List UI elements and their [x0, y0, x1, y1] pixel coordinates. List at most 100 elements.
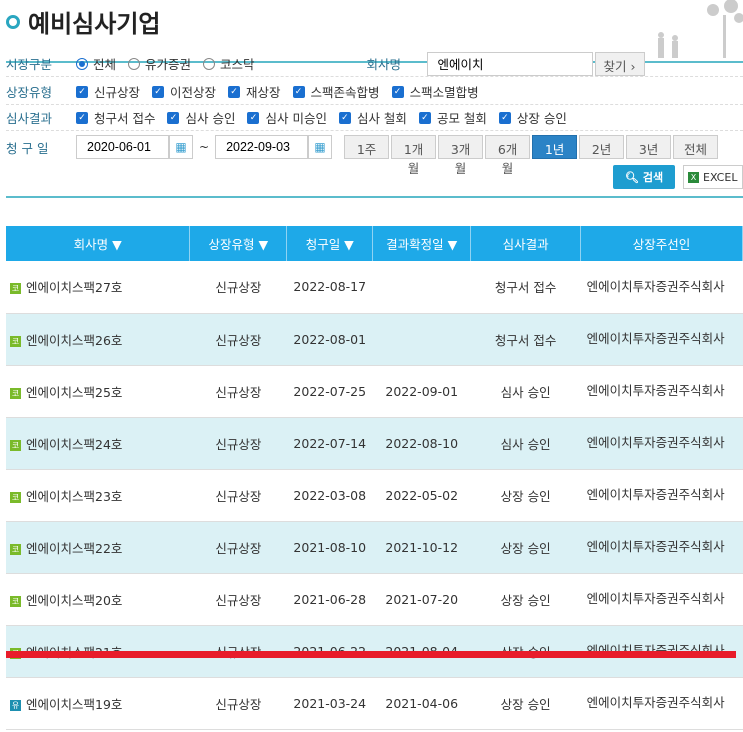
date-to-input[interactable]	[215, 135, 309, 159]
date-separator: ~	[199, 140, 210, 154]
option-label: 청구서 접수	[94, 111, 156, 126]
company-name-cell[interactable]: 코 엔에이치스팩23호	[6, 469, 190, 522]
date-from-input[interactable]	[76, 135, 169, 159]
option-label: 신규상장	[94, 85, 141, 100]
company-name-cell[interactable]: 코 엔에이치스팩27호	[6, 261, 190, 314]
option-label: 공모 철회	[436, 111, 487, 126]
listing-type-checkbox[interactable]: ✓ 스팩소멸합병	[391, 82, 479, 101]
company-name[interactable]: 엔에이치스팩19호	[26, 697, 122, 712]
company-name-cell[interactable]: 유 엔에이치스팩19호	[6, 677, 190, 730]
column-header[interactable]: 심사결과	[470, 226, 582, 261]
company-name[interactable]: 엔에이치스팩27호	[26, 280, 122, 295]
table-row[interactable]: 코 엔에이치스팩24호 신규상장 2022-07-14 2022-08-10 심사 승인 엔…	[6, 417, 743, 470]
company-input[interactable]	[426, 51, 593, 76]
period-button[interactable]: 2년	[579, 135, 625, 159]
option-label: 스팩존속합병	[310, 85, 380, 100]
result-cell: 청구서 접수	[470, 261, 581, 314]
result-cell: 상장 승인	[470, 677, 581, 730]
listing-type-checkbox[interactable]: ✓ 신규상장	[76, 82, 140, 101]
period-button[interactable]: 3개월	[438, 135, 484, 176]
result-row: 심사결과 ✓ 청구서 접수 ✓ 심사 승인 ✓ 심사 미승인 ✓ 심사 철회 ✓ 공모 철회 ✓ 상장…	[6, 105, 743, 131]
lead-manager-cell: 엔에이치투자증권주식회사	[580, 573, 743, 626]
period-button[interactable]: 전체	[673, 135, 719, 159]
request-date-cell: 2021-06-28	[286, 573, 373, 626]
table-row[interactable]: 코 엔에이치스팩22호 신규상장 2021-08-10 2021-10-12 상장 승인 엔…	[6, 521, 743, 574]
period-button[interactable]: 6개월	[485, 135, 531, 176]
checkbox-checked-icon[interactable]: ✓	[152, 85, 165, 98]
confirm-date-cell: 2022-05-02	[372, 469, 471, 522]
result-checkbox[interactable]: ✓ 상장 승인	[498, 108, 567, 127]
option-label: 전체	[93, 57, 117, 72]
listing-type-checkbox[interactable]: ✓ 재상장	[228, 82, 281, 101]
company-name[interactable]: 엔에이치스팩24호	[26, 437, 122, 452]
radio-icon[interactable]	[128, 57, 141, 70]
listing-type-checkbox[interactable]: ✓ 스팩존속합병	[292, 82, 380, 101]
checkbox-checked-icon[interactable]: ✓	[247, 111, 260, 124]
checkbox-checked-icon[interactable]: ✓	[167, 111, 180, 124]
company-name[interactable]: 엔에이치스팩25호	[26, 385, 122, 400]
checkbox-checked-icon[interactable]: ✓	[338, 111, 351, 124]
option-label: 상장 승인	[516, 111, 567, 126]
company-name[interactable]: 엔에이치스팩26호	[26, 333, 122, 348]
period-button[interactable]: 1주	[344, 135, 390, 159]
table-row[interactable]: 코 엔에이치스팩26호 신규상장 2022-08-01 청구서 접수 엔에이치투자증권주식…	[6, 313, 743, 366]
period-button[interactable]: 1개월	[391, 135, 437, 176]
market-badge-icon: 유	[10, 699, 21, 711]
table-row[interactable]: 코 엔에이치스팩20호 신규상장 2021-06-28 2021-07-20 상장 승인 엔…	[6, 573, 743, 626]
company-label: 회사명	[366, 57, 402, 72]
checkbox-checked-icon[interactable]: ✓	[76, 85, 88, 98]
checkbox-checked-icon[interactable]: ✓	[292, 85, 305, 98]
column-header[interactable]: 상장유형 ▼	[189, 226, 288, 261]
checkbox-checked-icon[interactable]: ✓	[391, 85, 404, 98]
divider	[6, 196, 743, 198]
table-row[interactable]: 코 엔에이치스팩23호 신규상장 2022-03-08 2022-05-02 상장 승인 엔…	[6, 469, 743, 522]
period-button[interactable]: 3년	[626, 135, 672, 159]
calendar-icon[interactable]: ▦	[169, 135, 193, 159]
search-button[interactable]: 🔍︎ 검색	[613, 165, 675, 189]
market-badge-icon: 코	[10, 335, 21, 347]
find-button[interactable]: 찾기 ›	[594, 51, 645, 76]
bullet-icon	[6, 14, 20, 29]
checkbox-checked-icon[interactable]: ✓	[228, 85, 241, 98]
listing-type-row: 상장유형 ✓ 신규상장 ✓ 이전상장 ✓ 재상장 ✓ 스팩존속합병 ✓ 스팩소멸합병	[6, 79, 743, 105]
column-header[interactable]: 청구일 ▼	[286, 226, 374, 261]
result-checkbox[interactable]: ✓ 청구서 접수	[76, 108, 155, 127]
period-button[interactable]: 1년	[532, 135, 578, 159]
calendar-icon[interactable]: ▦	[308, 135, 333, 159]
table-row[interactable]: 코 엔에이치스팩27호 신규상장 2022-08-17 청구서 접수 엔에이치투자증권주식…	[6, 261, 743, 314]
checkbox-checked-icon[interactable]: ✓	[76, 111, 88, 124]
company-name[interactable]: 엔에이치스팩20호	[26, 593, 122, 608]
market-radio-all[interactable]: 전체	[76, 54, 116, 73]
company-name-cell[interactable]: 코 엔에이치스팩25호	[6, 365, 190, 418]
listing-type-cell: 신규상장	[189, 573, 287, 626]
result-checkbox[interactable]: ✓ 공모 철회	[418, 108, 487, 127]
table-row[interactable]: 유 엔에이치스팩19호 신규상장 2021-03-24 2021-04-06 상장 승인 엔…	[6, 677, 743, 730]
company-name-cell[interactable]: 코 엔에이치스팩22호	[6, 521, 190, 574]
column-header[interactable]: 회사명 ▼	[6, 226, 191, 261]
result-checkbox[interactable]: ✓ 심사 미승인	[247, 108, 327, 127]
checkbox-checked-icon[interactable]: ✓	[418, 111, 431, 124]
company-name-cell[interactable]: 코 엔에이치스팩20호	[6, 573, 190, 626]
column-header[interactable]: 상장주선인	[580, 226, 743, 261]
company-name-cell[interactable]: 코 엔에이치스팩24호	[6, 417, 190, 470]
search-label: 검색	[642, 171, 664, 184]
result-cell: 상장 승인	[470, 469, 581, 522]
excel-button[interactable]: X EXCEL	[683, 165, 743, 189]
market-radio-kospi[interactable]: 유가증권	[128, 54, 191, 73]
result-checkbox[interactable]: ✓ 심사 철회	[338, 108, 407, 127]
company-name-cell[interactable]: 코 엔에이치스팩26호	[6, 313, 190, 366]
table-row[interactable]: 코 엔에이치스팩25호 신규상장 2022-07-25 2022-09-01 심사 승인 엔…	[6, 365, 743, 418]
market-radio-kosdaq[interactable]: 코스닥	[203, 54, 255, 73]
checkbox-checked-icon[interactable]: ✓	[498, 111, 511, 124]
radio-icon[interactable]	[203, 57, 216, 70]
listing-type-checkbox[interactable]: ✓ 이전상장	[152, 82, 216, 101]
radio-icon[interactable]	[76, 57, 88, 70]
result-checkbox[interactable]: ✓ 심사 승인	[167, 108, 235, 127]
option-label: 재상장	[246, 85, 281, 100]
page-title-text: 예비심사기업	[28, 10, 161, 38]
company-name[interactable]: 엔에이치스팩23호	[26, 489, 122, 504]
company-name[interactable]: 엔에이치스팩22호	[26, 541, 122, 556]
option-label: 심사 미승인	[265, 111, 327, 126]
market-badge-icon: 코	[10, 387, 21, 399]
column-header[interactable]: 결과확정일 ▼	[372, 226, 472, 261]
